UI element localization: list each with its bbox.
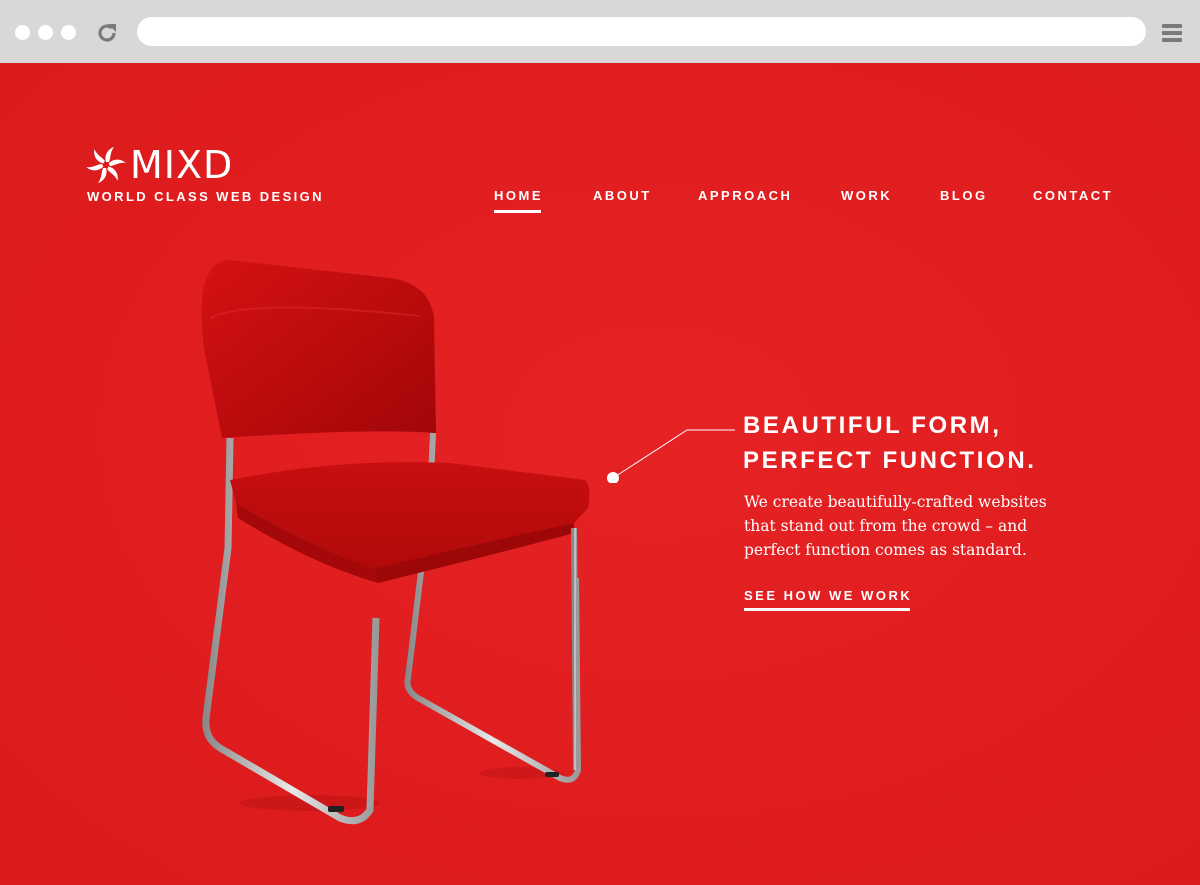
hero-body-text: We create beautifully-crafted websites t… bbox=[744, 493, 1047, 559]
main-nav: HOME ABOUT APPROACH WORK BLOG CONTACT bbox=[0, 188, 1200, 218]
close-dot-icon[interactable] bbox=[15, 25, 30, 40]
zoom-dot-icon[interactable] bbox=[61, 25, 76, 40]
nav-approach[interactable]: APPROACH bbox=[698, 188, 792, 203]
hero-headline-line1: BEAUTIFUL FORM, bbox=[743, 412, 1002, 439]
nav-blog[interactable]: BLOG bbox=[940, 188, 988, 203]
nav-work[interactable]: WORK bbox=[841, 188, 892, 203]
logo-wordmark: MIXD bbox=[130, 143, 234, 187]
hero-headline: BEAUTIFUL FORM, PERFECT FUNCTION. bbox=[743, 408, 1037, 478]
see-how-we-work-link[interactable]: SEE HOW WE WORK bbox=[744, 588, 912, 611]
minimize-dot-icon[interactable] bbox=[38, 25, 53, 40]
reload-icon[interactable] bbox=[95, 21, 119, 45]
nav-about[interactable]: ABOUT bbox=[593, 188, 652, 203]
callout-connector bbox=[607, 429, 735, 483]
hero-headline-line2: PERFECT FUNCTION. bbox=[743, 447, 1037, 474]
nav-home[interactable]: HOME bbox=[494, 188, 543, 213]
browser-toolbar bbox=[0, 0, 1200, 63]
nav-contact[interactable]: CONTACT bbox=[1033, 188, 1113, 203]
hamburger-menu-icon[interactable] bbox=[1162, 24, 1182, 42]
hero-section: MIXD WORLD CLASS WEB DESIGN HOME ABOUT A… bbox=[0, 63, 1200, 885]
pinwheel-logo-icon bbox=[86, 147, 126, 183]
red-chair-image bbox=[201, 260, 590, 825]
url-bar[interactable] bbox=[137, 17, 1146, 46]
